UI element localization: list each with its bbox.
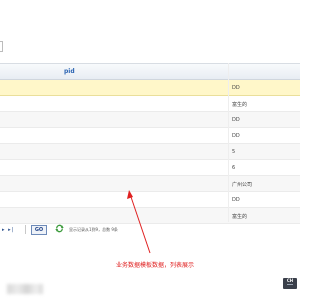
language-badge[interactable]: CH <box>283 278 297 289</box>
column-header-pid[interactable]: pid <box>64 68 75 75</box>
pager-next-last-buttons[interactable]: ▸ ▸| <box>2 227 14 233</box>
table-row[interactable]: 5 <box>0 144 300 160</box>
pagination-bar: ▸ ▸| GO 显示记录从1到9，总数 9条 <box>0 224 300 236</box>
data-grid: pid DD 富生的 DD DD 5 6 广州公司 DD 富生的 <box>0 63 300 224</box>
table-cell: DD <box>232 85 240 91</box>
table-cell: 6 <box>232 165 236 171</box>
table-cell: 5 <box>232 149 236 155</box>
table-cell: DD <box>232 197 240 203</box>
blurred-area <box>7 284 43 294</box>
grid-header: pid <box>0 63 300 80</box>
pager-separator <box>25 225 26 234</box>
table-row[interactable]: DD <box>0 128 300 144</box>
table-row[interactable]: DD <box>0 80 300 96</box>
annotation-text: 业务数据模板数据，列表展示 <box>116 262 195 269</box>
table-row[interactable]: DD <box>0 112 300 128</box>
table-cell: 广州公司 <box>232 182 253 188</box>
table-cell: 富生的 <box>232 214 248 220</box>
column-divider <box>228 63 229 222</box>
table-row[interactable]: 广州公司 <box>0 176 300 192</box>
language-badge-label: CH <box>286 278 294 283</box>
table-row[interactable]: 富生的 <box>0 96 300 112</box>
refresh-icon[interactable] <box>55 224 64 233</box>
top-search-input[interactable] <box>0 41 3 52</box>
table-row[interactable]: DD <box>0 192 300 208</box>
table-cell: DD <box>232 117 240 123</box>
go-button[interactable]: GO <box>31 225 47 235</box>
keyboard-icon <box>283 284 297 287</box>
pager-record-info: 显示记录从1到9，总数 9条 <box>69 227 118 232</box>
table-row[interactable]: 富生的 <box>0 208 300 224</box>
table-cell: DD <box>232 133 240 139</box>
table-cell: 富生的 <box>232 102 248 108</box>
table-row[interactable]: 6 <box>0 160 300 176</box>
